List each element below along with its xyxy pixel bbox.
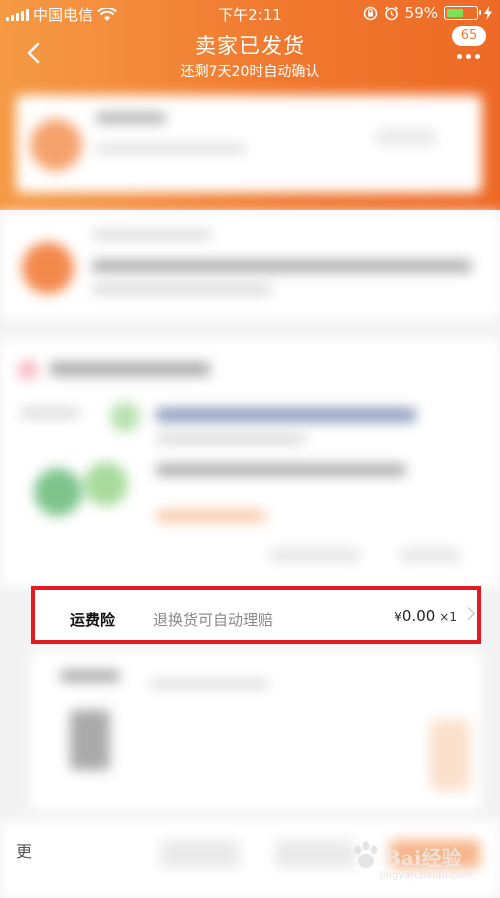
order-info-card (30, 650, 482, 810)
logistics-icon (30, 119, 82, 171)
shipping-insurance-description: 退换货可自动理赔 (153, 611, 274, 629)
logistics-card (16, 95, 482, 193)
product-card (0, 338, 500, 588)
blurred-content (0, 0, 500, 898)
quantity: ×1 (439, 610, 457, 624)
address-icon (22, 242, 74, 294)
currency-symbol: ¥ (394, 610, 402, 624)
shipping-insurance-row[interactable]: 运费险 退换货可自动理赔 ¥0.00 ×1 (31, 586, 481, 644)
shipping-insurance-price: ¥0.00 ×1 (394, 607, 457, 625)
watermark-brand: Bai经验 (384, 846, 462, 870)
shipping-insurance-label: 运费险 (70, 611, 116, 629)
chevron-right-icon (462, 607, 475, 620)
paw-logo-icon (354, 841, 378, 868)
watermark-url: jingyan.baidu.com (380, 870, 473, 881)
price-value: 0.00 (401, 607, 436, 625)
address-card (0, 212, 500, 320)
more-actions-button[interactable]: 更 (16, 838, 32, 862)
baidu-jingyan-watermark: Bai经验 jingyan.baidu.com (350, 840, 490, 890)
